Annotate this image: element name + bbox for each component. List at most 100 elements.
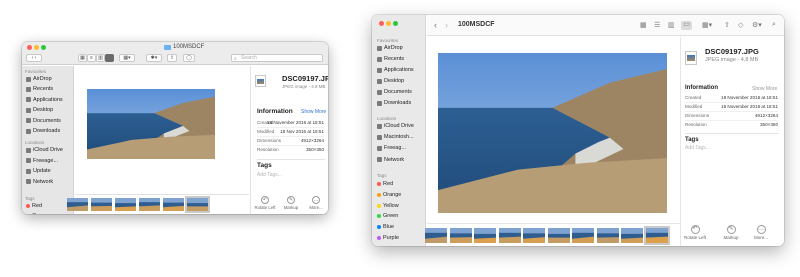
sidebar-item-documents[interactable]: Documents — [377, 89, 412, 95]
back-button[interactable]: ‹ — [434, 21, 437, 30]
sidebar-item-applications[interactable]: Applications — [377, 67, 414, 73]
disk-icon — [377, 134, 382, 140]
markup-button[interactable]: ✎ Markup — [718, 225, 744, 240]
more-button[interactable]: … More... — [303, 196, 328, 210]
divider — [257, 159, 325, 160]
list-view-button[interactable]: ☰ — [654, 22, 660, 30]
markup-button[interactable]: ✎ Markup — [278, 196, 304, 210]
filmstrip-thumbnail[interactable] — [91, 198, 112, 211]
rotate-left-button[interactable]: ↶ Rotate Left — [252, 196, 278, 210]
share-button[interactable]: ⇧ — [724, 22, 730, 30]
filmstrip-thumbnail[interactable] — [163, 198, 184, 211]
sidebar-item-icloud-drive[interactable]: iCloud Drive — [377, 123, 414, 129]
more-button[interactable]: … More... — [748, 225, 774, 240]
filmstrip-thumbnail[interactable] — [139, 198, 160, 211]
info-label-created: Created — [685, 95, 702, 100]
filmstrip-thumbnail[interactable] — [474, 228, 496, 243]
zoom-button[interactable] — [41, 45, 46, 50]
forward-button[interactable]: › — [445, 21, 448, 30]
sidebar-item-label: Purple — [383, 235, 399, 241]
gallery-view-button[interactable] — [105, 54, 114, 62]
desktop-icon — [26, 107, 31, 113]
column-view-button[interactable]: ▥ — [96, 54, 105, 62]
icon-view-button[interactable]: ▦ — [640, 22, 647, 30]
filmstrip-thumbnail[interactable] — [572, 228, 594, 243]
sidebar-item-label: AirDrop — [33, 76, 52, 82]
filmstrip-thumbnail[interactable] — [498, 228, 521, 243]
tag-icon[interactable]: ◇ — [738, 22, 743, 30]
minimize-button[interactable] — [386, 21, 391, 26]
sidebar-item-airdrop[interactable]: AirDrop — [26, 76, 52, 82]
sidebar-item-red[interactable]: Red — [26, 203, 42, 209]
action-menu-button[interactable]: ✱▾ — [146, 54, 162, 62]
sidebar-item-green[interactable]: Green — [377, 213, 398, 219]
sidebar-item-recents[interactable]: Recents — [377, 56, 404, 62]
sidebar-item-network[interactable]: Network — [26, 179, 53, 185]
sidebar-item-applications[interactable]: Applications — [26, 97, 63, 103]
share-button[interactable]: ⇧ — [167, 54, 177, 62]
applications-icon — [377, 67, 382, 73]
add-tags-field[interactable]: Add Tags... — [257, 172, 282, 178]
sidebar-item-update[interactable]: Update — [26, 168, 51, 174]
action-menu-button[interactable]: ⚙▾ — [752, 22, 762, 30]
icon-view-button[interactable]: ▦ — [78, 54, 87, 62]
sidebar-item-desktop[interactable]: Desktop — [26, 107, 53, 113]
close-button[interactable] — [27, 45, 32, 50]
network-icon — [26, 179, 31, 184]
back-forward-buttons[interactable]: ‹ › — [26, 54, 42, 62]
rotate-left-button[interactable]: ↶ Rotate Left — [682, 225, 708, 240]
sidebar-item-downloads[interactable]: Downloads — [26, 128, 60, 134]
sidebar-item-downloads[interactable]: Downloads — [377, 100, 411, 106]
filmstrip-thumbnail[interactable] — [621, 228, 643, 243]
filmstrip-thumbnail[interactable] — [643, 226, 670, 245]
filmstrip-thumbnail[interactable] — [67, 198, 88, 211]
file-kind-size: JPEG image - 4.8 MB — [282, 84, 326, 89]
sidebar-item-desktop[interactable]: Desktop — [377, 78, 404, 84]
sidebar-item-purple[interactable]: Purple — [377, 235, 399, 241]
sidebar-item-red[interactable]: Red — [377, 181, 393, 187]
group-button[interactable]: ▦▾ — [702, 22, 712, 30]
tag-color-dot — [377, 225, 381, 230]
sidebar-item-recents[interactable]: Recents — [26, 86, 53, 92]
filmstrip-thumbnail[interactable] — [425, 228, 447, 243]
sidebar-item-freeage[interactable]: Freeage... — [26, 158, 58, 164]
sidebar-item-network[interactable]: Network — [377, 157, 404, 163]
sidebar-item-documents[interactable]: Documents — [26, 118, 61, 124]
search-icon[interactable]: ⌕ — [772, 21, 776, 29]
sidebar-item-blue[interactable]: Blue — [377, 224, 394, 230]
rotate-left-icon: ↶ — [690, 225, 700, 234]
zoom-button[interactable] — [393, 21, 398, 26]
show-more-link[interactable]: Show More — [752, 86, 777, 92]
filmstrip-thumbnail[interactable] — [547, 228, 570, 243]
sidebar-item-yellow[interactable]: Yellow — [377, 203, 399, 209]
info-value-created: 18 November 2016 at 18:51 — [721, 95, 778, 100]
filmstrip-thumbnail[interactable] — [596, 228, 619, 243]
sidebar-item-orange[interactable]: Orange — [377, 192, 401, 198]
minimize-button[interactable] — [34, 45, 39, 50]
info-value-modified: 18 Nov 2016 at 18:51 — [280, 129, 324, 134]
close-button[interactable] — [379, 21, 384, 26]
sidebar-item-macintosh[interactable]: Macintosh... — [377, 134, 414, 140]
sidebar-item-airdrop[interactable]: AirDrop — [377, 45, 403, 51]
disk-icon — [377, 145, 382, 151]
sidebar-item-orange[interactable]: Orange — [26, 213, 50, 214]
filmstrip-thumbnail[interactable] — [185, 196, 210, 213]
column-view-button[interactable]: ▥ — [668, 22, 675, 30]
filmstrip-thumbnail[interactable] — [449, 228, 472, 243]
group-button[interactable]: ▦▾ — [119, 54, 135, 62]
filmstrip-thumbnail[interactable] — [115, 198, 136, 211]
gallery-view-button[interactable]: ▭ — [681, 21, 692, 30]
add-tags-field[interactable]: Add Tags... — [685, 145, 710, 151]
sidebar-item-freeag[interactable]: Freeag... — [377, 145, 406, 151]
sidebar-item-label: Documents — [384, 89, 412, 95]
tags-button[interactable]: ◯ — [183, 54, 195, 62]
search-field[interactable]: ⌕ Search — [231, 54, 323, 62]
filmstrip-thumbnail[interactable] — [523, 228, 545, 243]
sidebar-item-icloud-drive[interactable]: iCloud Drive — [26, 147, 63, 153]
action-label: Markup — [283, 205, 299, 210]
sidebar-item-label: Yellow — [383, 202, 399, 209]
tags-header: Tags — [25, 196, 35, 201]
sidebar-item-label: Network — [33, 178, 54, 185]
show-more-link[interactable]: Show More — [301, 109, 326, 115]
list-view-button[interactable]: ≡ — [87, 54, 96, 62]
